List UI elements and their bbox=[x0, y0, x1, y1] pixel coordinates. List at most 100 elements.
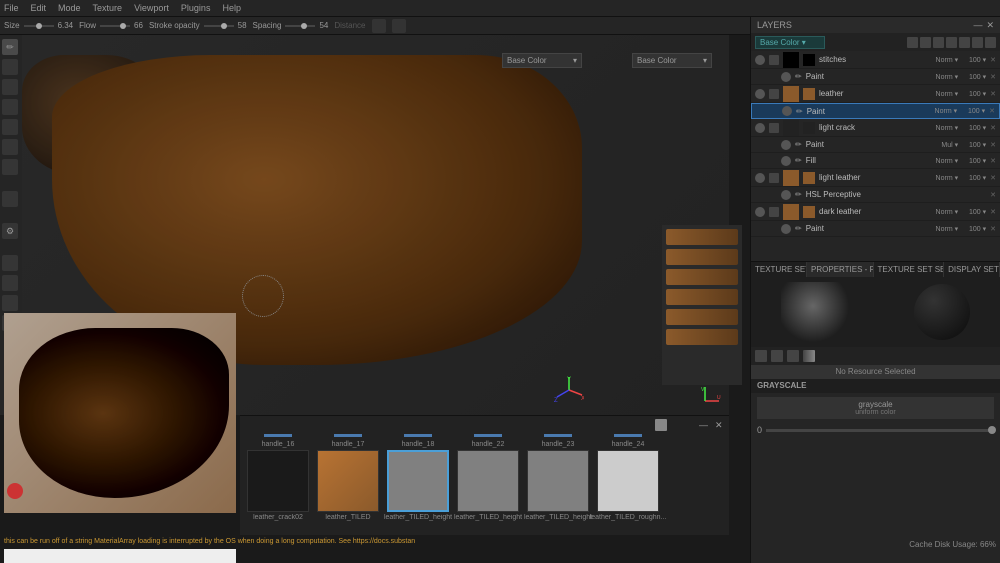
tab-properties[interactable]: PROPERTIES - PAI...✕ bbox=[807, 262, 873, 277]
polygon-fill-tool[interactable] bbox=[2, 191, 18, 207]
material-picker-tool[interactable] bbox=[2, 159, 18, 175]
layer-row[interactable]: ✏PaintNorm ▾100 ▾✕ bbox=[751, 221, 1000, 237]
fill-tool[interactable] bbox=[2, 99, 18, 115]
viewport-channel-3d[interactable]: Base Color▾ bbox=[502, 53, 582, 68]
menu-help[interactable]: Help bbox=[222, 3, 241, 13]
visibility-icon[interactable] bbox=[781, 156, 791, 166]
axis-gizmo-3d[interactable]: XYZ bbox=[554, 375, 584, 405]
menu-texture[interactable]: Texture bbox=[93, 3, 123, 13]
tab-display-settings[interactable]: DISPLAY SETTIN... bbox=[944, 262, 1000, 277]
blend-mode[interactable]: Norm ▾ bbox=[936, 225, 959, 233]
blend-mode[interactable]: Norm ▾ bbox=[936, 56, 959, 64]
layer-row[interactable]: ✏FillNorm ▾100 ▾✕ bbox=[751, 153, 1000, 169]
visibility-icon[interactable] bbox=[755, 173, 765, 183]
material-preview-sphere[interactable] bbox=[914, 284, 970, 340]
material-icon[interactable] bbox=[803, 350, 815, 362]
shelf-item[interactable]: handle_18leather_TILED_height bbox=[384, 434, 452, 521]
add-folder-icon[interactable] bbox=[972, 37, 983, 48]
eraser-tool[interactable] bbox=[2, 59, 18, 75]
close-icon[interactable]: ✕ bbox=[990, 157, 996, 165]
blend-mode[interactable]: Norm ▾ bbox=[936, 208, 959, 216]
layer-opacity[interactable]: 100 ▾ bbox=[962, 174, 986, 182]
close-icon[interactable]: ✕ bbox=[990, 90, 996, 98]
stroke-settings-icon[interactable] bbox=[392, 19, 406, 33]
blend-mode[interactable]: Norm ▾ bbox=[935, 107, 958, 115]
shelf-icon[interactable] bbox=[2, 295, 18, 311]
lazy-mouse-icon[interactable] bbox=[372, 19, 386, 33]
shelf-item[interactable]: handle_16leather_crack02 bbox=[244, 434, 312, 521]
blend-mode[interactable]: Norm ▾ bbox=[936, 157, 959, 165]
add-layer-icon[interactable] bbox=[933, 37, 944, 48]
visibility-icon[interactable] bbox=[782, 106, 792, 116]
folder-icon[interactable] bbox=[769, 123, 779, 133]
panel-close-icon[interactable]: ✕ bbox=[986, 20, 994, 31]
delete-layer-icon[interactable] bbox=[985, 37, 996, 48]
layer-opacity[interactable]: 100 ▾ bbox=[962, 141, 986, 149]
visibility-icon[interactable] bbox=[781, 140, 791, 150]
visibility-icon[interactable] bbox=[755, 207, 765, 217]
mask-icon[interactable] bbox=[920, 37, 931, 48]
panel-minimize-icon[interactable]: — bbox=[973, 20, 982, 31]
close-icon[interactable]: ✕ bbox=[990, 208, 996, 216]
close-icon[interactable]: ✕ bbox=[990, 191, 996, 199]
layer-row[interactable]: leatherNorm ▾100 ▾✕ bbox=[751, 85, 1000, 103]
layer-row[interactable]: ✏PaintNorm ▾100 ▾✕ bbox=[751, 69, 1000, 85]
layers-icon[interactable] bbox=[2, 275, 18, 291]
stencil-icon[interactable] bbox=[787, 350, 799, 362]
spacing-slider[interactable] bbox=[285, 25, 315, 27]
folder-icon[interactable] bbox=[769, 173, 779, 183]
shelf-minimize-icon[interactable]: — bbox=[699, 420, 709, 430]
shelf-item[interactable]: handle_23leather_TILED_height bbox=[524, 434, 592, 521]
add-fill-icon[interactable] bbox=[946, 37, 957, 48]
menu-mode[interactable]: Mode bbox=[58, 3, 81, 13]
folder-icon[interactable] bbox=[769, 207, 779, 217]
blend-mode[interactable]: Mul ▾ bbox=[941, 141, 958, 149]
blend-mode[interactable]: Norm ▾ bbox=[936, 174, 959, 182]
close-icon[interactable]: ✕ bbox=[990, 225, 996, 233]
layer-opacity[interactable]: 100 ▾ bbox=[962, 208, 986, 216]
shelf-close-icon[interactable]: ✕ bbox=[715, 420, 725, 430]
projection-tool[interactable] bbox=[2, 79, 18, 95]
layer-opacity[interactable]: 100 ▾ bbox=[962, 225, 986, 233]
layer-opacity[interactable]: 100 ▾ bbox=[961, 107, 985, 115]
layer-row[interactable]: light leatherNorm ▾100 ▾✕ bbox=[751, 169, 1000, 187]
menu-file[interactable]: File bbox=[4, 3, 19, 13]
axis-gizmo-2d[interactable]: UV bbox=[701, 385, 721, 405]
close-icon[interactable]: ✕ bbox=[989, 107, 995, 115]
layer-row[interactable]: ✏PaintMul ▾100 ▾✕ bbox=[751, 137, 1000, 153]
layer-row[interactable]: ✏HSL Perceptive✕ bbox=[751, 187, 1000, 203]
menu-viewport[interactable]: Viewport bbox=[134, 3, 169, 13]
layer-row[interactable]: dark leatherNorm ▾100 ▾✕ bbox=[751, 203, 1000, 221]
clone-tool[interactable] bbox=[2, 139, 18, 155]
smudge-tool[interactable] bbox=[2, 119, 18, 135]
shelf-item[interactable]: handle_22leather_TILED_height bbox=[454, 434, 522, 521]
reference-image[interactable] bbox=[4, 313, 236, 513]
layer-row[interactable]: stitchesNorm ▾100 ▾✕ bbox=[751, 51, 1000, 69]
layer-row[interactable]: ✏PaintNorm ▾100 ▾✕ bbox=[751, 103, 1000, 119]
paint-tool[interactable]: ✏ bbox=[2, 39, 18, 55]
close-icon[interactable]: ✕ bbox=[990, 141, 996, 149]
channel-dropdown[interactable]: Base Color ▾ bbox=[755, 36, 825, 49]
grayscale-section[interactable]: GRAYSCALE bbox=[751, 379, 1000, 393]
visibility-icon[interactable] bbox=[755, 89, 765, 99]
folder-icon[interactable] bbox=[769, 55, 779, 65]
visibility-icon[interactable] bbox=[755, 123, 765, 133]
blend-mode[interactable]: Norm ▾ bbox=[936, 90, 959, 98]
tab-texture-set-settings[interactable]: TEXTURE SET SETTIN... bbox=[874, 262, 945, 277]
stroke-slider[interactable] bbox=[204, 25, 234, 27]
layer-opacity[interactable]: 100 ▾ bbox=[962, 157, 986, 165]
tab-texture-set-list[interactable]: TEXTURE SET LI... bbox=[751, 262, 807, 277]
shelf-item[interactable]: handle_17leather_TILED bbox=[314, 434, 382, 521]
layer-opacity[interactable]: 100 ▾ bbox=[962, 124, 986, 132]
blend-mode[interactable]: Norm ▾ bbox=[936, 73, 959, 81]
visibility-icon[interactable] bbox=[781, 224, 791, 234]
menu-plugins[interactable]: Plugins bbox=[181, 3, 211, 13]
settings-icon[interactable]: ⚙ bbox=[2, 223, 18, 239]
grayscale-param[interactable]: grayscale uniform color bbox=[757, 397, 994, 419]
layer-opacity[interactable]: 100 ▾ bbox=[962, 56, 986, 64]
close-icon[interactable]: ✕ bbox=[990, 56, 996, 64]
brush-icon[interactable] bbox=[755, 350, 767, 362]
visibility-icon[interactable] bbox=[755, 55, 765, 65]
shelf-view-icon[interactable] bbox=[655, 419, 667, 431]
visibility-icon[interactable] bbox=[781, 190, 791, 200]
